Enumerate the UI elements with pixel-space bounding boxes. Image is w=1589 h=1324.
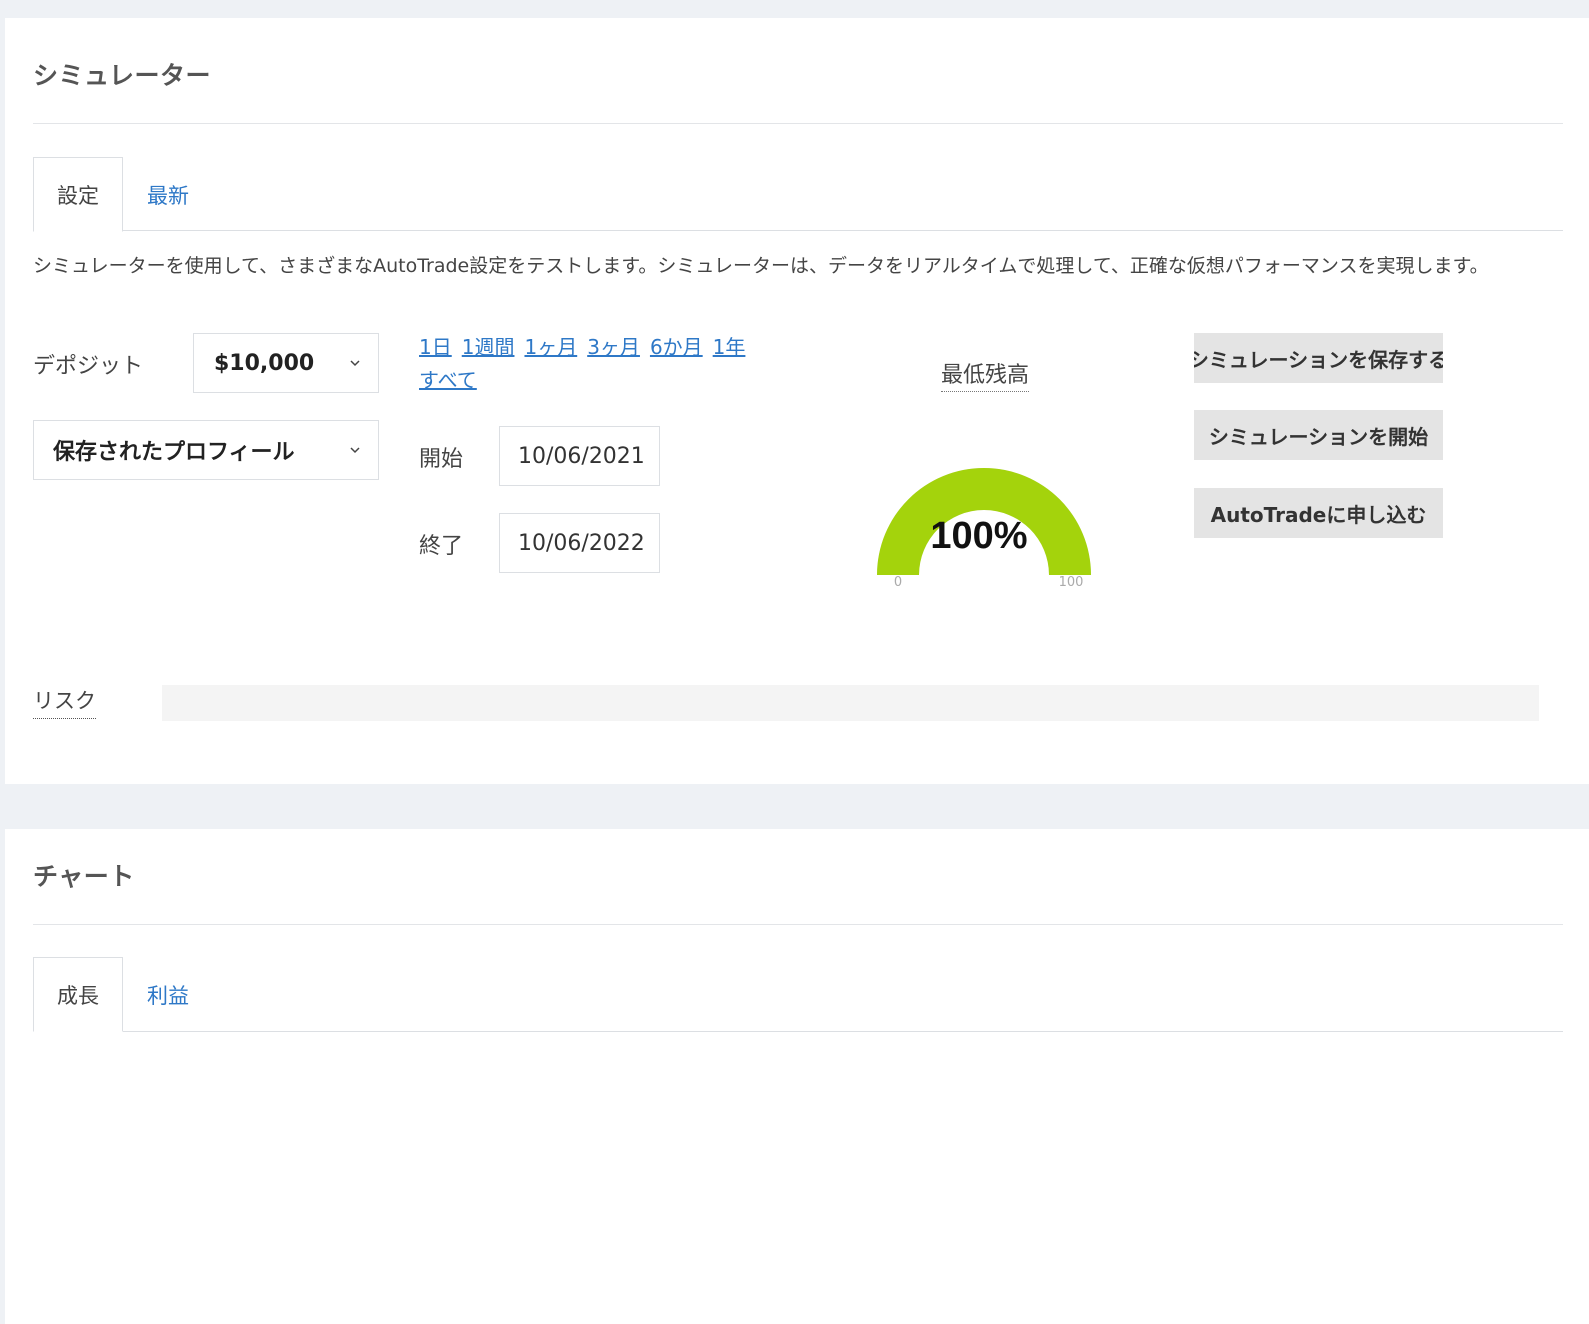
deposit-value: $10,000 bbox=[214, 350, 315, 376]
range-3m[interactable]: 3ヶ月 bbox=[587, 335, 640, 359]
tab-growth[interactable]: 成長 bbox=[33, 957, 123, 1032]
chart-panel: チャート 成長 利益 bbox=[5, 829, 1589, 1324]
gauge-value: 100% bbox=[930, 515, 1027, 557]
divider bbox=[33, 924, 1563, 925]
start-date-input[interactable]: 10/06/2021 bbox=[499, 426, 660, 486]
gauge-min-label: 0 bbox=[894, 575, 902, 590]
range-1w[interactable]: 1週間 bbox=[462, 335, 515, 359]
range-1y[interactable]: 1年 bbox=[713, 335, 746, 359]
tabs-underline bbox=[123, 1031, 1563, 1032]
end-date-input[interactable]: 10/06/2022 bbox=[499, 513, 660, 573]
simulator-panel: シミュレーター 設定 最新 シミュレーターを使用して、さまざまなAutoTrad… bbox=[5, 18, 1589, 784]
start-simulation-button[interactable]: シミュレーションを開始 bbox=[1194, 410, 1443, 460]
tab-latest[interactable]: 最新 bbox=[123, 157, 213, 232]
simulator-description: シミュレーターを使用して、さまざまなAutoTrade設定をテストします。シミュ… bbox=[33, 255, 1489, 277]
deposit-select[interactable]: $10,000 bbox=[193, 333, 379, 393]
save-simulation-button[interactable]: シミュレーションを保存する bbox=[1194, 333, 1443, 383]
chart-title: チャート bbox=[33, 862, 135, 891]
gauge-max-label: 100 bbox=[1059, 575, 1084, 590]
range-6m[interactable]: 6か月 bbox=[650, 335, 703, 359]
saved-profile-select[interactable]: 保存されたプロフィール bbox=[33, 420, 379, 480]
risk-label: リスク bbox=[33, 685, 96, 719]
chevron-down-icon bbox=[350, 447, 360, 454]
min-balance-gauge: 100% 0 100 bbox=[877, 467, 1091, 590]
deposit-label: デポジット bbox=[33, 354, 144, 379]
range-1m[interactable]: 1ヶ月 bbox=[524, 335, 577, 359]
tab-settings[interactable]: 設定 bbox=[33, 157, 123, 232]
date-range-links: 1日 1週間 1ヶ月 3ヶ月 6か月 1年すべて bbox=[419, 331, 764, 397]
tabs-underline bbox=[123, 230, 1563, 231]
chevron-down-icon bbox=[350, 360, 360, 367]
saved-profile-value: 保存されたプロフィール bbox=[53, 440, 295, 465]
divider bbox=[33, 123, 1563, 124]
end-label: 終了 bbox=[419, 534, 464, 559]
risk-bar bbox=[162, 685, 1539, 721]
gauge-title: 最低残高 bbox=[941, 357, 1030, 392]
range-all[interactable]: すべて bbox=[419, 368, 477, 392]
simulator-title: シミュレーター bbox=[33, 61, 212, 90]
apply-autotrade-button[interactable]: AutoTradeに申し込む bbox=[1194, 488, 1443, 538]
start-label: 開始 bbox=[419, 447, 464, 472]
range-1d[interactable]: 1日 bbox=[419, 335, 452, 359]
tab-profit[interactable]: 利益 bbox=[123, 957, 213, 1032]
